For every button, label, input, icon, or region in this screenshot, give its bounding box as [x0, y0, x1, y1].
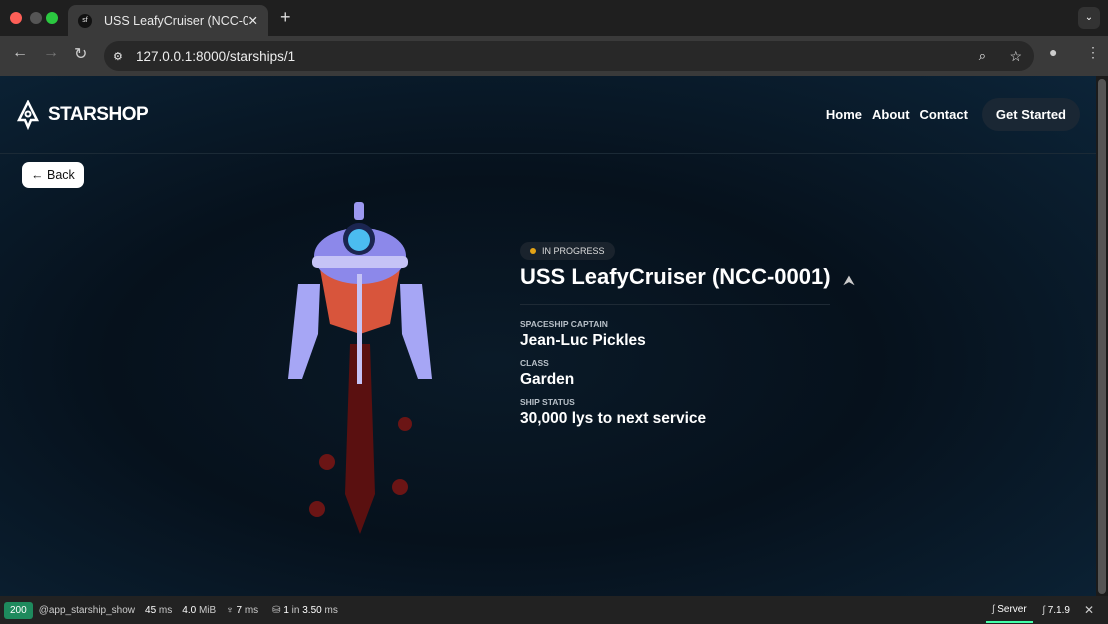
new-tab-icon[interactable]: +	[280, 7, 291, 28]
captain-label: SPACESHIP CAPTAIN	[520, 319, 608, 329]
browser-tab[interactable]: sf USS LeafyCruiser (NCC-0001) ✕	[68, 5, 268, 36]
minimize-window-button[interactable]	[30, 12, 42, 24]
symfony-debug-toolbar: 200 @app_starship_show 45 ms 4.0 MiB ♆ 7…	[0, 596, 1108, 624]
ship-name: USS LeafyCruiser (NCC-0001)	[520, 264, 831, 289]
logo[interactable]: STARSHOP	[16, 99, 149, 130]
class-label: CLASS	[520, 358, 549, 368]
ship-status-label: SHIP STATUS	[520, 397, 575, 407]
symfony-version[interactable]: ʃ 7.1.9	[1043, 605, 1070, 616]
back-nav-icon[interactable]: ←	[12, 44, 28, 62]
status-text: IN PROGRESS	[542, 246, 605, 256]
favicon-icon: sf	[78, 13, 92, 28]
symfony-icon: ʃ	[992, 603, 995, 615]
ship-details: IN PROGRESS USS LeafyCruiser (NCC-0001) …	[520, 241, 831, 428]
rocket-logo-icon	[16, 99, 40, 130]
ship-status-value: 30,000 lys to next service	[520, 410, 707, 427]
database-queries[interactable]: ⛁ 1 in 3.50 ms	[272, 605, 338, 616]
database-icon: ⛁	[272, 604, 281, 616]
captain-value: Jean-Luc Pickles	[520, 332, 646, 349]
server-panel[interactable]: ʃ Server	[986, 598, 1033, 623]
tab-title: USS LeafyCruiser (NCC-0001)	[104, 13, 248, 28]
arrow-left-icon: ←	[31, 168, 47, 182]
browser-menu-icon[interactable]: ⋮	[1086, 44, 1100, 61]
site-header: STARSHOP Home About Contact Get Started	[0, 76, 1096, 154]
twig-time[interactable]: ♆ 7 ms	[226, 605, 258, 616]
url-input[interactable]: ⚙ 127.0.0.1:8000/starships/1 ⌕ ☆	[104, 41, 1034, 71]
starship-image	[288, 202, 432, 534]
nav-home[interactable]: Home	[826, 107, 862, 122]
url-text: 127.0.0.1:8000/starships/1	[136, 48, 296, 64]
close-window-button[interactable]	[10, 12, 22, 24]
class-value: Garden	[520, 371, 575, 388]
back-label: Back	[46, 168, 75, 182]
mouse-cursor-icon: ⮝	[843, 272, 855, 288]
zoom-icon[interactable]: ⌕	[979, 48, 986, 64]
maximize-window-button[interactable]	[46, 12, 58, 24]
nav-about[interactable]: About	[872, 107, 910, 122]
close-tab-icon[interactable]: ✕	[248, 13, 258, 28]
nav-contact[interactable]: Contact	[920, 107, 968, 122]
get-started-button[interactable]: Get Started	[981, 98, 1080, 131]
browser-tab-bar: sf USS LeafyCruiser (NCC-0001) ✕ + ⌄	[0, 0, 1108, 36]
back-button[interactable]: ← Back	[22, 162, 84, 188]
status-code[interactable]: 200	[4, 601, 33, 619]
twig-icon: ♆	[226, 604, 234, 616]
page-content: STARSHOP Home About Contact Get Started …	[0, 76, 1096, 596]
divider	[520, 304, 830, 305]
logo-text: STARSHOP	[48, 103, 149, 125]
profile-icon[interactable]: ●	[1049, 44, 1057, 60]
site-settings-icon[interactable]: ⚙	[113, 50, 123, 63]
bookmark-star-icon[interactable]: ☆	[1009, 48, 1022, 65]
status-dot-icon	[530, 248, 536, 254]
request-time[interactable]: 45 ms	[145, 605, 172, 616]
close-toolbar-icon[interactable]: ✕	[1084, 603, 1094, 617]
tab-search-icon[interactable]: ⌄	[1078, 7, 1100, 29]
status-badge: IN PROGRESS	[520, 242, 615, 260]
memory-usage[interactable]: 4.0 MiB	[182, 605, 216, 616]
route-name[interactable]: @app_starship_show	[39, 605, 135, 616]
page-scrollbar[interactable]	[1096, 76, 1108, 596]
forward-nav-icon[interactable]: →	[43, 44, 59, 62]
symfony-logo-icon: ʃ	[1042, 604, 1045, 616]
reload-icon[interactable]: ↻	[74, 44, 87, 64]
address-bar-row: ← → ↻ ⚙ 127.0.0.1:8000/starships/1 ⌕ ☆ ●…	[0, 36, 1108, 76]
